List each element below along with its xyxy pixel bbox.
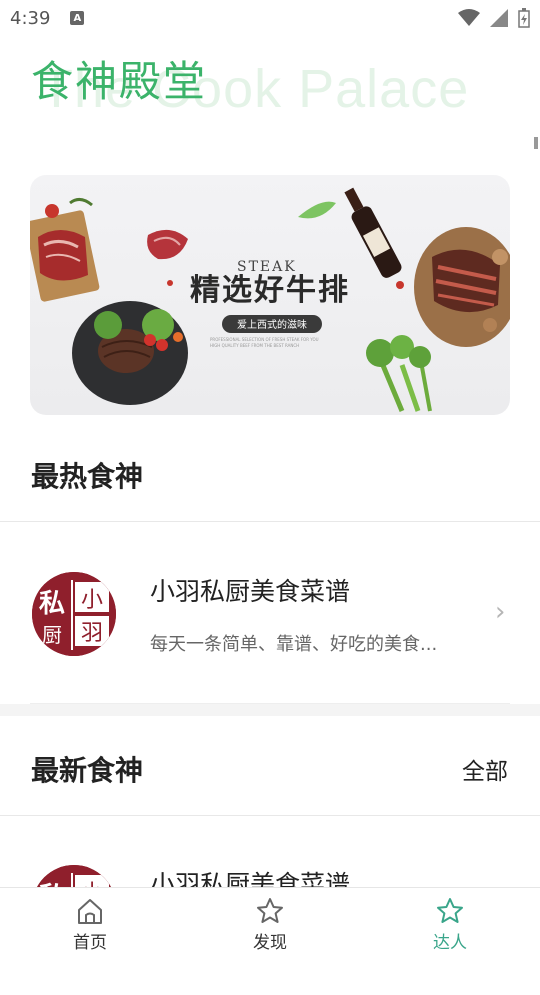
nav-item-discover[interactable]: 发现 (180, 888, 360, 961)
svg-text:羽: 羽 (81, 621, 103, 646)
banner-artwork: STEAK 精选好牛排 爱上西式的滋味 PROFESSIONAL SELECTI… (30, 187, 510, 412)
status-right (458, 8, 530, 28)
banner-small-text-2: HIGH QUALITY BEEF FROM THE BEST RANCH (210, 343, 299, 348)
chef-name: 小羽私厨美食菜谱 (150, 577, 351, 606)
status-left: 4:39 A (10, 7, 85, 29)
section-divider (0, 521, 540, 522)
signal-icon (490, 9, 508, 27)
star-icon (257, 898, 283, 923)
celery-illustration (366, 335, 432, 412)
sliced-steak-illustration (414, 227, 510, 347)
chevron-right-icon: › (495, 597, 506, 627)
bottom-nav: 首页 发现 达人 (0, 887, 540, 961)
star-icon (437, 898, 463, 923)
section-divider (0, 815, 540, 816)
banner-small-text-1: PROFESSIONAL SELECTION OF FRESH STEAK FO… (210, 337, 319, 342)
notification-icon: A (70, 11, 85, 25)
hot-section-title: 最热食神 (31, 460, 144, 493)
nav-item-experts[interactable]: 达人 (360, 888, 540, 961)
home-icon (78, 899, 102, 924)
chef-logo-icon: 私 小 厨 羽 (32, 572, 116, 656)
nav-label-discover: 发现 (253, 933, 287, 953)
scroll-indicator (534, 137, 538, 149)
banner-subtitle: 爱上西式的滋味 (237, 318, 307, 331)
battery-icon (518, 8, 530, 28)
wine-bottle-illustration (344, 187, 402, 278)
view-all-link[interactable]: 全部 (462, 752, 508, 786)
nav-label-home: 首页 (73, 933, 107, 953)
banner-title: 精选好牛排 (190, 273, 350, 308)
svg-text:私: 私 (39, 589, 65, 619)
chef-card-1[interactable]: 私 小 厨 羽 小羽私厨美食菜谱 每天一条简单、靠谱、好吃的美食... › (0, 572, 540, 702)
steak-banner[interactable]: STEAK 精选好牛排 爱上西式的滋味 PROFESSIONAL SELECTI… (30, 175, 510, 415)
page-header: The Cook Palace 食神殿堂 (0, 40, 540, 120)
nav-label-experts: 达人 (433, 933, 467, 953)
svg-text:小: 小 (81, 588, 103, 613)
chef-description: 每天一条简单、靠谱、好吃的美食... (150, 634, 438, 655)
new-section-title: 最新食神 (31, 754, 144, 787)
wifi-icon (458, 9, 480, 26)
meat-board-illustration (30, 198, 100, 302)
svg-text:厨: 厨 (42, 623, 62, 647)
nav-item-home[interactable]: 首页 (0, 888, 180, 961)
page-title: 食神殿堂 (31, 57, 208, 106)
status-bar: 4:39 A (0, 0, 540, 36)
steak-plate-illustration (72, 301, 188, 405)
status-time: 4:39 (10, 7, 51, 29)
section-gap (0, 704, 540, 716)
chef-avatar: 私 小 厨 羽 (32, 572, 116, 656)
